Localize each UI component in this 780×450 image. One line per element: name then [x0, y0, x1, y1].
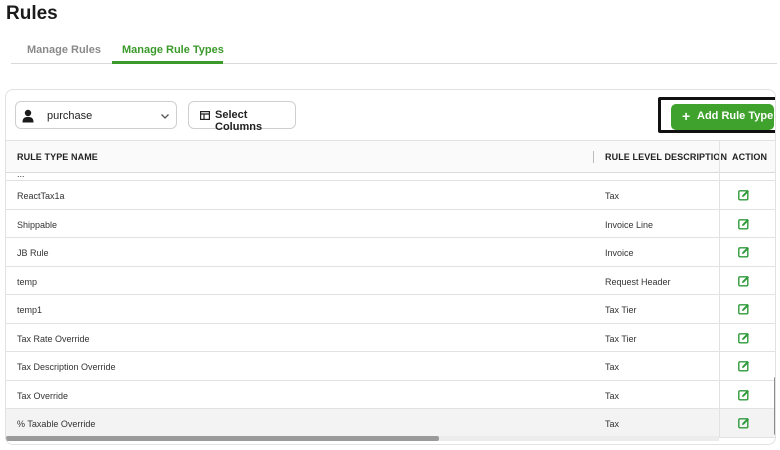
table-row: % Taxable Override Tax [6, 409, 775, 438]
rule-group-select[interactable]: purchase [15, 101, 177, 129]
chevron-down-icon [161, 114, 169, 119]
edit-icon[interactable] [738, 218, 750, 230]
table-row: Tax Rate Override Tax Tier [6, 323, 775, 352]
table-row: temp Request Header [6, 266, 775, 295]
edit-icon[interactable] [738, 303, 750, 315]
rule-level-description: Tax Tier [605, 333, 637, 344]
edit-icon[interactable] [738, 360, 750, 372]
edit-icon[interactable] [738, 275, 750, 287]
rule-type-name: JB Rule [17, 248, 49, 258]
column-divider [719, 380, 720, 408]
add-rule-type-focus-ring: + Add Rule Type [658, 97, 775, 133]
column-divider [719, 141, 720, 174]
table-header: RULE TYPE NAME RULE LEVEL DESCRIPTION AC… [6, 140, 775, 174]
column-header-action: ACTION [732, 152, 768, 162]
edit-icon[interactable] [738, 389, 750, 401]
column-divider [719, 238, 720, 266]
rule-types-panel: purchase Select Columns + Add Rule Type … [5, 89, 776, 445]
column-resize-handle[interactable] [593, 151, 594, 163]
rule-level-description: Invoice Line [605, 219, 654, 230]
column-divider [719, 295, 720, 323]
page-title: Rules [6, 3, 58, 24]
select-value: purchase [47, 110, 93, 122]
vertical-scrollbar[interactable] [774, 377, 775, 435]
column-divider [719, 266, 720, 294]
column-divider [719, 173, 720, 180]
user-icon [22, 109, 34, 123]
column-header-description[interactable]: RULE LEVEL DESCRIPTION [605, 152, 727, 162]
rule-level-description: Request Header [605, 276, 671, 287]
edit-icon[interactable] [738, 189, 750, 201]
rule-type-name: Shippable [17, 219, 58, 230]
table-row: Tax Override Tax [6, 380, 775, 409]
column-divider [719, 209, 720, 237]
rule-type-name: Tax Description Override [17, 362, 116, 372]
rule-types-table: RULE TYPE NAME RULE LEVEL DESCRIPTION AC… [6, 140, 775, 444]
column-divider [719, 352, 720, 380]
rule-type-name: temp1 [17, 305, 43, 315]
rule-level-description: Tax [605, 191, 620, 201]
rule-level-description: Invoice [605, 248, 634, 258]
column-divider [719, 323, 720, 351]
edit-icon[interactable] [738, 332, 750, 344]
table-body: ... ReactTax1a Tax Shippable Invoice Line JB… [6, 173, 775, 444]
table-row: temp1 Tax Tier [6, 295, 775, 324]
edit-icon[interactable] [738, 417, 750, 429]
rule-level-description: Tax [605, 419, 620, 429]
column-divider [719, 409, 720, 437]
select-columns-label: Select Columns [215, 109, 263, 133]
table-row: Shippable Invoice Line [6, 209, 775, 238]
rule-type-name: ReactTax1a [17, 191, 65, 201]
table-row: Tax Description Override Tax [6, 352, 775, 381]
tab-bar: Manage Rules Manage Rule Types [11, 38, 777, 64]
rule-level-description: Tax Tier [605, 305, 637, 315]
tab-manage-rule-types[interactable]: Manage Rule Types [122, 44, 224, 56]
active-tab-indicator [112, 61, 223, 64]
rule-type-name: Tax Override [17, 390, 69, 401]
horizontal-scrollbar[interactable] [6, 436, 439, 441]
plus-icon: + [682, 108, 691, 124]
rule-type-name: temp [17, 276, 38, 287]
column-header-name[interactable]: RULE TYPE NAME [17, 152, 98, 162]
table-row: ReactTax1a Tax [6, 181, 775, 210]
table-row: JB Rule Invoice [6, 238, 775, 267]
rule-type-name: % Taxable Override [17, 419, 96, 429]
edit-icon[interactable] [738, 246, 750, 258]
rule-level-description: Tax [605, 390, 620, 401]
add-rule-type-label: Add Rule Type [697, 110, 774, 122]
select-columns-button[interactable]: Select Columns [188, 101, 296, 133]
add-rule-type-button[interactable]: + Add Rule Type [671, 104, 774, 130]
rule-type-name: Tax Rate Override [17, 333, 90, 344]
rule-level-description: Tax [605, 362, 620, 372]
columns-icon [200, 111, 210, 120]
table-row: ... [6, 173, 775, 181]
tab-manage-rules[interactable]: Manage Rules [27, 44, 101, 56]
column-divider [719, 181, 720, 209]
row-name-partial: ... [17, 173, 25, 179]
